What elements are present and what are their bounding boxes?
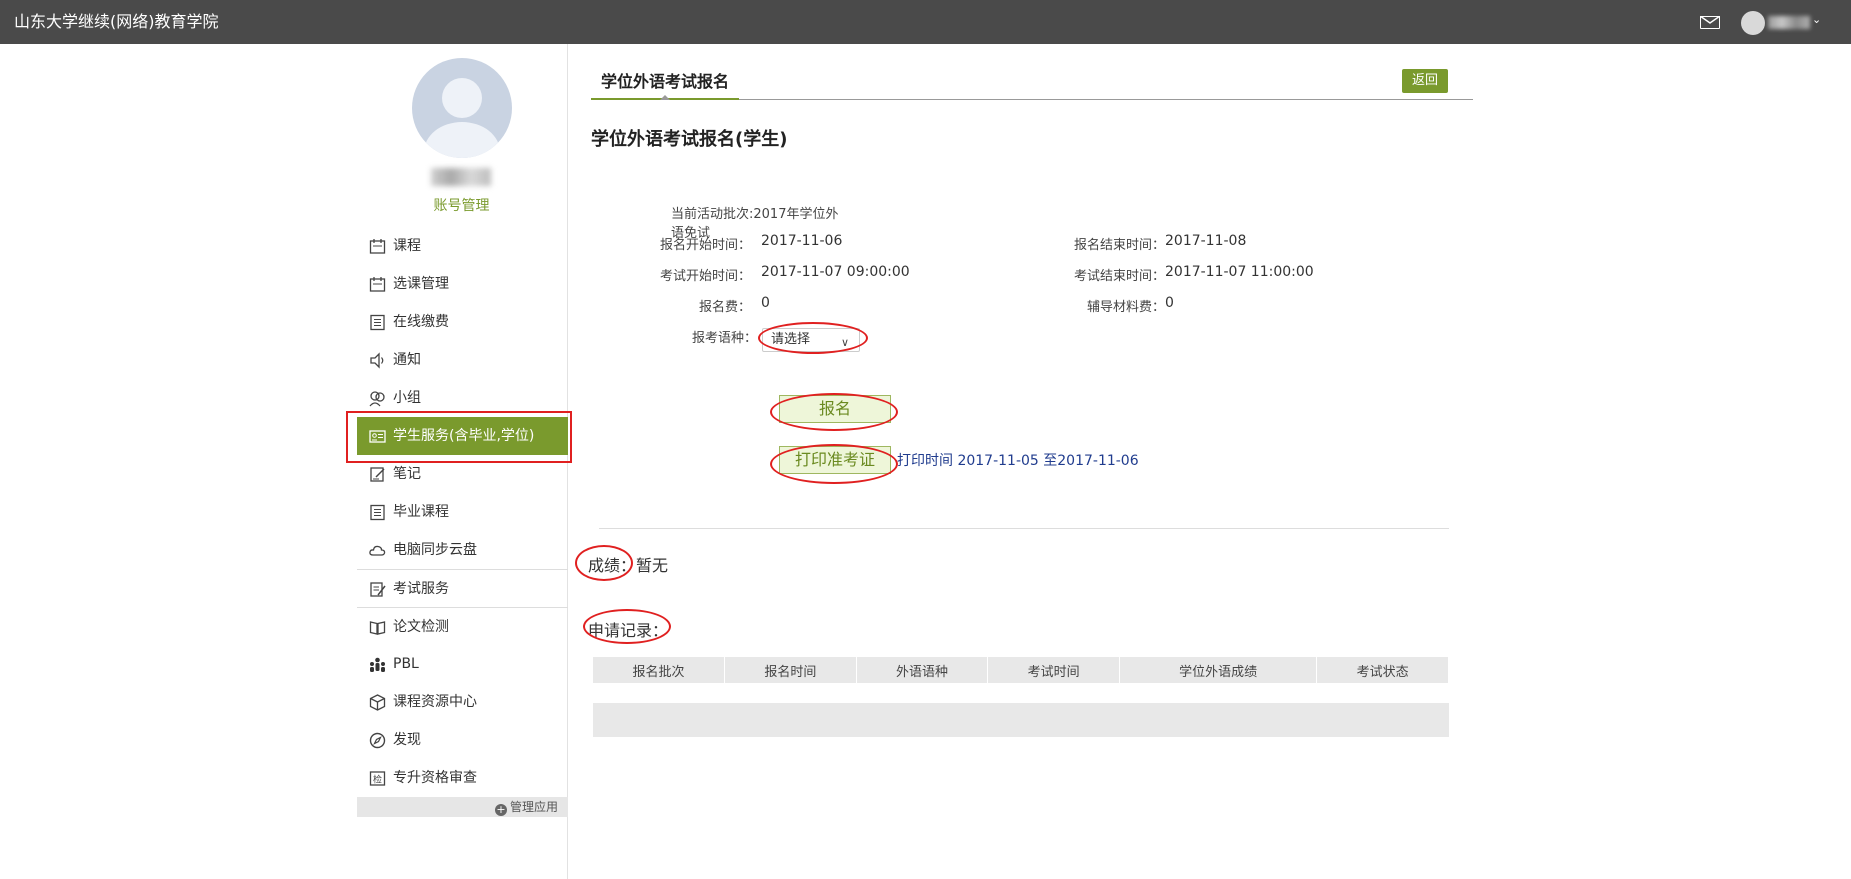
exam-end-label: 考试结束时间： <box>1073 269 1165 284</box>
plus-icon: + <box>494 803 507 816</box>
tab-degree-exam-registration[interactable]: 学位外语考试报名 <box>591 68 740 100</box>
user-name-blurred <box>431 168 491 186</box>
reg-start-value: 2017-11-06 <box>761 233 843 249</box>
sidebar-item-label: 考试服务 <box>393 581 449 597</box>
sidebar-item-course-resources[interactable]: 课程资源中心 <box>357 683 568 721</box>
sidebar-item-label: 毕业课程 <box>393 504 449 520</box>
col-header-status: 考试状态 <box>1316 657 1449 693</box>
sidebar-item-label: 学生服务(含毕业,学位) <box>393 428 535 444</box>
sidebar-item-student-services[interactable]: 学生服务(含毕业,学位) <box>357 417 568 455</box>
sidebar-item-label: 小组 <box>393 390 421 406</box>
exam-start-value: 2017-11-07 09:00:00 <box>761 264 910 280</box>
tab-bar: 学位外语考试报名 <box>591 68 1473 100</box>
sidebar-item-label: 课程 <box>393 238 421 254</box>
book-icon <box>369 621 386 635</box>
mail-icon[interactable] <box>1700 16 1720 29</box>
site-title[interactable]: 山东大学继续(网络)教育学院 <box>14 0 219 44</box>
col-header-score: 学位外语成绩 <box>1119 657 1318 693</box>
sidebar-item-notes[interactable]: 笔记 <box>357 455 568 493</box>
sidebar-item-course-selection[interactable]: 选课管理 <box>357 265 568 303</box>
chevron-down-icon[interactable]: ⌄ <box>1812 13 1821 26</box>
top-bar: 山东大学继续(网络)教育学院 ⌄ <box>0 0 1851 44</box>
sidebar-item-label: PBL <box>393 656 419 672</box>
compass-icon <box>369 732 386 749</box>
sidebar-item-cloud-sync[interactable]: 电脑同步云盘 <box>357 531 568 569</box>
user-avatar[interactable] <box>1741 11 1765 35</box>
back-button[interactable]: 返回 <box>1401 69 1448 93</box>
profile-avatar[interactable] <box>412 58 512 158</box>
print-time-range: 打印时间 2017-11-05 至2017-11-06 <box>897 453 1139 469</box>
svg-text:检: 检 <box>373 774 382 786</box>
sidebar-item-discover[interactable]: 发现 <box>357 721 568 759</box>
sidebar-item-label: 选课管理 <box>393 276 449 292</box>
note-icon <box>370 467 385 482</box>
material-fee-value: 0 <box>1165 295 1174 311</box>
col-header-reg-time: 报名时间 <box>724 657 857 693</box>
records-label: 申请记录： <box>588 621 669 640</box>
material-fee-label: 辅导材料费： <box>1086 300 1165 315</box>
sidebar-item-label: 电脑同步云盘 <box>393 542 477 558</box>
col-header-batch: 报名批次 <box>593 657 726 693</box>
print-admission-ticket-button[interactable]: 打印准考证 <box>779 446 891 474</box>
sidebar-item-label: 课程资源中心 <box>393 694 477 710</box>
sidebar-item-label: 在线缴费 <box>393 314 449 330</box>
sidebar-item-qualification-review[interactable]: 检 专升资格审查 <box>357 759 568 797</box>
reg-start-label: 报名开始时间： <box>659 238 751 253</box>
check-icon: 检 <box>369 771 386 786</box>
language-select[interactable]: 请选择 ∨ <box>762 328 860 352</box>
sidebar-item-graduation-courses[interactable]: 毕业课程 <box>357 493 568 531</box>
cloud-icon <box>369 545 386 556</box>
sidebar-item-groups[interactable]: 小组 <box>357 379 568 417</box>
divider <box>599 528 1449 529</box>
sidebar-item-label: 通知 <box>393 352 421 368</box>
register-button[interactable]: 报名 <box>779 395 891 423</box>
score-label: 成绩：暂无 <box>588 556 669 575</box>
sidebar-item-thesis-check[interactable]: 论文检测 <box>357 607 568 645</box>
language-label: 报考语种： <box>691 331 757 346</box>
calendar-icon <box>369 277 386 292</box>
sidebar-item-label: 论文检测 <box>393 619 449 635</box>
cube-icon <box>369 694 386 711</box>
table-row-empty <box>593 683 1449 737</box>
language-select-value: 请选择 <box>771 332 811 347</box>
group-icon <box>369 391 385 407</box>
exam-end-value: 2017-11-07 11:00:00 <box>1165 264 1314 280</box>
tab-indicator <box>660 95 670 100</box>
fee-label: 报名费： <box>698 300 751 315</box>
sidebar: 账号管理 课程 选课管理 在线缴费 通知 小组 学生服务(含毕业,学位) 笔记 <box>355 44 568 879</box>
reg-end-label: 报名结束时间： <box>1073 238 1165 253</box>
table-empty-cell <box>593 683 1449 737</box>
speaker-icon <box>370 352 384 369</box>
exam-icon <box>370 582 386 597</box>
col-header-exam-time: 考试时间 <box>987 657 1120 693</box>
sidebar-item-label: 发现 <box>393 732 421 748</box>
manage-apps-button[interactable]: + 管理应用 <box>357 797 568 817</box>
sidebar-item-label: 专升资格审查 <box>393 770 477 786</box>
records-table: 报名批次 报名时间 外语语种 考试时间 学位外语成绩 考试状态 <box>593 657 1449 737</box>
manage-apps-label: 管理应用 <box>509 800 558 814</box>
page-title: 学位外语考试报名(学生) <box>591 129 788 150</box>
sidebar-item-online-payment[interactable]: 在线缴费 <box>357 303 568 341</box>
main-content: 学位外语考试报名 返回 学位外语考试报名(学生) 当前活动批次:2017年学位外… <box>588 44 1473 879</box>
batch-label: 当前活动批次: <box>671 207 754 222</box>
sidebar-item-label: 笔记 <box>393 466 421 482</box>
sidebar-item-notices[interactable]: 通知 <box>357 341 568 379</box>
reg-end-value: 2017-11-08 <box>1165 233 1247 249</box>
list-icon <box>370 504 385 521</box>
sidebar-item-exam-services[interactable]: 考试服务 <box>357 569 568 607</box>
sidebar-item-pbl[interactable]: PBL <box>357 645 568 683</box>
list-icon <box>370 314 385 331</box>
tab-label: 学位外语考试报名 <box>601 72 730 91</box>
sidebar-item-courses[interactable]: 课程 <box>357 227 568 265</box>
calendar-icon <box>369 239 386 254</box>
people-icon <box>370 657 385 672</box>
col-header-language: 外语语种 <box>856 657 989 693</box>
chevron-down-icon: ∨ <box>840 336 849 349</box>
fee-value: 0 <box>761 295 770 311</box>
user-name-blurred[interactable] <box>1768 16 1810 29</box>
sidebar-menu: 课程 选课管理 在线缴费 通知 小组 学生服务(含毕业,学位) 笔记 毕业课程 <box>357 227 568 817</box>
exam-start-label: 考试开始时间： <box>659 269 751 284</box>
id-card-icon <box>369 430 386 443</box>
account-management-link[interactable]: 账号管理 <box>355 195 568 215</box>
